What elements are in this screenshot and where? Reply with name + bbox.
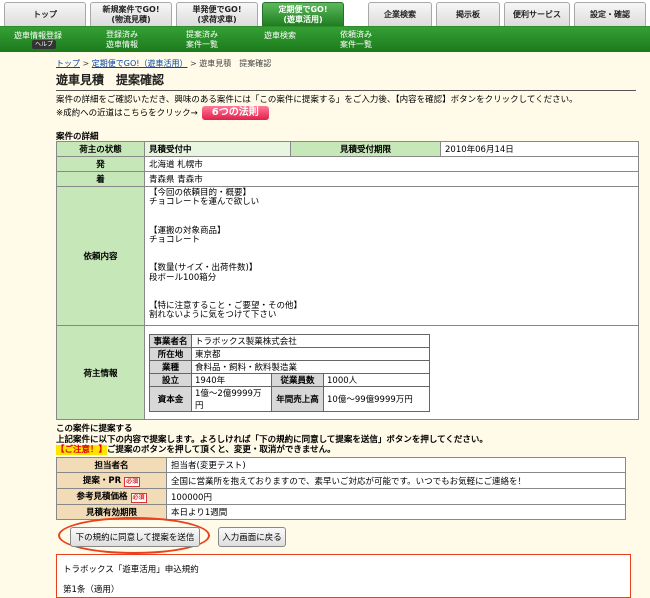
intro-shortcut-text: ※成約への近道はこちらをクリック→ [56, 108, 198, 119]
back-to-input-button[interactable]: 入力画面に戻る [218, 527, 286, 547]
intro-text: 案件の詳細をご確認いただき、興味のある案件には「この案件に提案する」をご入力後、… [56, 94, 636, 120]
terms-box[interactable]: トラボックス「遊車活用」申込規約 第1条（適用） [56, 554, 631, 598]
contact-person-label: 担当者名 [56, 457, 167, 473]
breadcrumb-parent[interactable]: 定期便でGO!（遊車活用） [92, 59, 188, 68]
destination-value: 青森県 青森市 [144, 171, 639, 187]
detail-table: 荷主の状態 見積受付中 見積受付期限 2010年06月14日 発 北海道 札幌市… [56, 141, 639, 420]
company-address-value: 東京都 [191, 346, 430, 361]
company-table: 事業者名 トラボックス製菓株式会社 所在地 東京都 業種 食料品・飼料・飲料製造… [149, 333, 430, 412]
agree-and-send-button[interactable]: 下の規約に同意して提案を送信 [70, 527, 200, 547]
request-line: 【運搬の対象商品】 [149, 225, 226, 236]
proposal-title: この案件に提案する [56, 424, 133, 434]
destination-label: 着 [56, 171, 145, 187]
company-capital-label: 資本金 [149, 385, 192, 412]
caution-text: ご提案のボタンを押して頂くと、変更・取消ができません。 [107, 445, 336, 455]
subnav-registered-vehicles[interactable]: 登録済み 遊車情報 [106, 30, 138, 50]
breadcrumb-current: 遊車見積 提案確認 [199, 59, 272, 68]
proposal-table-wrap: 担当者名 担当者(変更テスト) 提案・PR 必須 全国に営業所を抱えておりますので… [56, 457, 626, 520]
deadline-value: 2010年06月14日 [440, 141, 639, 157]
status-value: 見積受付中 [144, 141, 291, 157]
shipper-label: 荷主情報 [56, 325, 145, 420]
tab-single-trip[interactable]: 単発便でGO! (求荷求車) [176, 2, 258, 26]
detail-table-wrap: 荷主の状態 見積受付中 見積受付期限 2010年06月14日 発 北海道 札幌市… [56, 141, 639, 420]
caution-tag: 【ご注意！】 [56, 445, 108, 455]
required-badge: 必須 [124, 477, 141, 487]
company-address-label: 所在地 [149, 346, 192, 361]
company-name-value: トラボックス製菓株式会社 [191, 333, 430, 348]
tab-settings[interactable]: 設定・確認 [574, 2, 646, 26]
estimate-validity-value: 本日より1週間 [166, 504, 626, 520]
breadcrumb: トップ > 定期便でGO!（遊車活用） > 遊車見積 提案確認 [56, 58, 636, 69]
breadcrumb-separator: > [82, 59, 90, 68]
estimate-price-label: 参考見積価格 必須 [56, 488, 167, 505]
help-badge[interactable]: ヘルプ [32, 40, 57, 49]
proposal-caution: 【ご注意！】ご提案のボタンを押して頂くと、変更・取消ができません。 [56, 445, 636, 456]
pr-value: 全国に営業所を抱えておりますので、素早いご対応が可能です。いつでもお気軽にご連絡… [166, 472, 626, 489]
tab-new-project[interactable]: 新規案件でGO! (物流見積) [90, 2, 172, 26]
tab-services[interactable]: 便利サービス [504, 2, 570, 26]
top-navigation: トップ 新規案件でGO! (物流見積) 単発便でGO! (求荷求車) 定期便でG… [0, 0, 650, 27]
intro-line: 案件の詳細をご確認いただき、興味のある案件には「この案件に提案する」をご入力後、… [56, 95, 578, 105]
request-line [149, 245, 634, 254]
subnav-proposed-projects[interactable]: 提案済み 案件一覧 [186, 30, 218, 50]
subnav-requested-projects[interactable]: 依頼済み 案件一覧 [340, 30, 372, 50]
request-line: 段ボール100箱分 [149, 272, 217, 283]
main-content: トップ > 定期便でGO!（遊車活用） > 遊車見積 提案確認 遊車見積 提案確… [56, 58, 636, 120]
proposal-table: 担当者名 担当者(変更テスト) 提案・PR 必須 全国に営業所を抱えておりますので… [56, 457, 626, 520]
company-established-label: 設立 [149, 372, 192, 387]
request-line [149, 283, 634, 292]
estimate-price-label-text: 参考見積価格 [76, 492, 128, 502]
subnav-vehicle-search[interactable]: 遊車検索 [264, 31, 296, 41]
company-sales-label: 年間売上高 [271, 385, 324, 412]
contact-person-value: 担当者(変更テスト) [166, 457, 626, 473]
company-name-label: 事業者名 [149, 333, 192, 348]
company-industry-value: 食料品・飼料・飲料製造業 [191, 359, 430, 374]
terms-title: トラボックス「遊車活用」申込規約 [63, 565, 199, 575]
pr-label: 提案・PR 必須 [56, 472, 167, 489]
proposal-instruction: 上記案件に以下の内容で提案します。よろしければ「下の規約に同意して提案を送信」ボ… [56, 434, 488, 445]
origin-label: 発 [56, 156, 145, 172]
request-content: 【今回の依頼目的・概要】 チョコレートを運んで欲しい 【運搬の対象商品】 チョコレート… [144, 186, 639, 326]
pr-label-text: 提案・PR [82, 476, 122, 486]
request-line: 割れないように気をつけて下さい [149, 310, 277, 321]
page-title: 遊車見積 提案確認 [56, 71, 636, 91]
six-rules-button[interactable]: 6つの法則 [201, 106, 269, 120]
company-sales-value: 10億〜99億9999万円 [323, 385, 430, 412]
company-employees-value: 1000人 [323, 372, 430, 387]
terms-first-article: 第1条（適用） [63, 585, 120, 595]
tab-company-search[interactable]: 企業検索 [368, 2, 432, 26]
required-badge: 必須 [130, 493, 147, 503]
request-line [149, 208, 634, 217]
tab-top[interactable]: トップ [4, 2, 86, 26]
company-established-value: 1940年 [191, 372, 272, 387]
request-line: チョコレート [149, 235, 201, 245]
intro-shortcut: ※成約への近道はこちらをクリック→ 6つの法則 [56, 106, 636, 120]
request-line: チョコレートを運んで欲しい [149, 197, 260, 208]
breadcrumb-top[interactable]: トップ [56, 59, 80, 68]
request-line: 【数量(サイズ・出荷件数)】 [149, 263, 258, 274]
company-employees-label: 従業員数 [271, 372, 324, 387]
proposal-intro: この案件に提案する 上記案件に以下の内容で提案します。よろしければ「下の規約に同… [56, 424, 636, 456]
status-label: 荷主の状態 [56, 141, 145, 157]
deadline-label: 見積受付期限 [290, 141, 441, 157]
company-capital-value: 1億〜2億9999万円 [191, 385, 272, 412]
company-industry-label: 業種 [149, 359, 192, 374]
tab-bulletin-board[interactable]: 掲示板 [436, 2, 500, 26]
sub-navigation: 遊車情報登録 登録済み 遊車情報 提案済み 案件一覧 遊車検索 依頼済み 案件一… [0, 27, 650, 52]
tab-regular-trip[interactable]: 定期便でGO! (遊車活用) [262, 2, 344, 26]
origin-value: 北海道 札幌市 [144, 156, 639, 172]
shipper-info: 事業者名 トラボックス製菓株式会社 所在地 東京都 業種 食料品・飼料・飲料製造… [144, 325, 639, 420]
request-lines: 【今回の依頼目的・概要】 チョコレートを運んで欲しい 【運搬の対象商品】 チョコレート… [149, 188, 634, 321]
estimate-price-value: 100000円 [166, 488, 626, 505]
breadcrumb-separator: > [190, 59, 197, 68]
request-label: 依頼内容 [56, 186, 145, 326]
